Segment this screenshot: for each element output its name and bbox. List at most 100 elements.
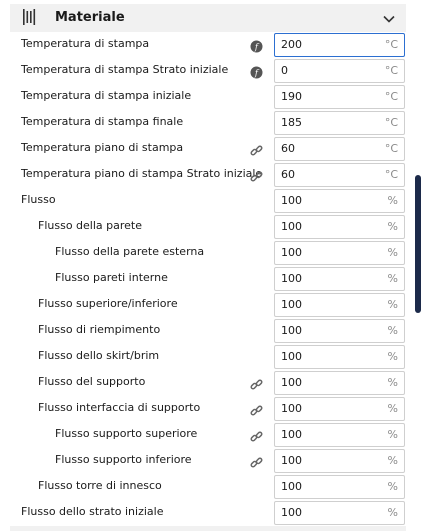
setting-value: 100	[281, 506, 302, 519]
setting-value: 100	[281, 402, 302, 415]
setting-label: Flusso supporto superiore	[55, 427, 198, 440]
setting-row: Flusso della parete 100%	[0, 214, 410, 240]
setting-row: Temperatura piano di stampa 60 °C	[0, 136, 410, 162]
setting-value: 100	[281, 324, 302, 337]
setting-unit: %	[387, 376, 398, 389]
setting-row: Flusso dello strato iniziale 100%	[0, 500, 410, 526]
setting-value-input[interactable]: 200 °C	[274, 33, 405, 57]
setting-value-input[interactable]: 100%	[274, 423, 405, 447]
setting-label: Flusso	[21, 193, 56, 206]
setting-value-input[interactable]: 100%	[274, 501, 405, 525]
setting-value: 100	[281, 194, 302, 207]
setting-value-input[interactable]: 100%	[274, 371, 405, 395]
setting-unit: %	[387, 480, 398, 493]
setting-row: Flusso della parete esterna 100%	[0, 240, 410, 266]
setting-value-input[interactable]: 60 °C	[274, 163, 405, 187]
link-icon[interactable]	[250, 402, 263, 416]
setting-row: Temperatura di stampa Strato iniziale f 0 °…	[0, 58, 410, 84]
setting-label: Flusso superiore/inferiore	[38, 297, 178, 310]
setting-value-input[interactable]: 60 °C	[274, 137, 405, 161]
setting-label: Flusso della parete	[38, 219, 142, 232]
setting-unit: °C	[384, 38, 398, 51]
settings-panel: Materiale Temperatura di stampa f 200 °C Tem…	[0, 0, 437, 531]
setting-row: Flusso di riempimento 100%	[0, 318, 410, 344]
setting-row: Flusso pareti interne 100%	[0, 266, 410, 292]
setting-row: Temperatura di stampa finale 185 °C	[0, 110, 410, 136]
setting-label: Flusso del supporto	[38, 375, 146, 388]
setting-value-input[interactable]: 100%	[274, 475, 405, 499]
setting-value: 185	[281, 116, 302, 129]
setting-label: Temperatura di stampa Strato iniziale	[21, 63, 229, 76]
setting-value: 190	[281, 90, 302, 103]
setting-unit: %	[387, 454, 398, 467]
material-spool-icon	[22, 8, 38, 26]
setting-value-input[interactable]: 100%	[274, 215, 405, 239]
function-icon[interactable]: f	[250, 64, 263, 79]
link-icon[interactable]	[250, 376, 263, 390]
setting-row: Flusso supporto superiore 100%	[0, 422, 410, 448]
setting-row: Flusso 100%	[0, 188, 410, 214]
setting-value-input[interactable]: 100%	[274, 267, 405, 291]
setting-row: Flusso torre di innesco 100%	[0, 474, 410, 500]
link-icon[interactable]	[250, 428, 263, 442]
setting-value: 100	[281, 298, 302, 311]
setting-label: Temperatura di stampa iniziale	[21, 89, 192, 102]
setting-unit: %	[387, 194, 398, 207]
setting-unit: °C	[384, 142, 398, 155]
setting-label: Temperatura di stampa finale	[21, 115, 184, 128]
link-icon[interactable]	[250, 454, 263, 468]
setting-unit: %	[387, 428, 398, 441]
material-section-header[interactable]: Materiale	[10, 4, 406, 32]
setting-value-input[interactable]: 100%	[274, 449, 405, 473]
setting-value: 100	[281, 376, 302, 389]
next-section-header[interactable]	[10, 526, 406, 531]
setting-value-input[interactable]: 100%	[274, 189, 405, 213]
setting-label: Flusso dello strato iniziale	[21, 505, 164, 518]
setting-value: 200	[281, 38, 302, 51]
setting-label: Flusso interfaccia di supporto	[38, 401, 201, 414]
setting-value: 60	[281, 168, 295, 181]
setting-row: Flusso superiore/inferiore 100%	[0, 292, 410, 318]
setting-unit: %	[387, 324, 398, 337]
setting-row: Flusso interfaccia di supporto 100%	[0, 396, 410, 422]
setting-value: 100	[281, 246, 302, 259]
setting-unit: %	[387, 350, 398, 363]
setting-label: Flusso torre di innesco	[38, 479, 162, 492]
setting-label: Temperatura di stampa	[21, 37, 150, 50]
setting-unit: °C	[384, 64, 398, 77]
setting-unit: %	[387, 402, 398, 415]
setting-unit: %	[387, 220, 398, 233]
setting-label: Flusso dello skirt/brim	[38, 349, 160, 362]
setting-unit: %	[387, 272, 398, 285]
setting-value: 100	[281, 220, 302, 233]
chevron-down-icon[interactable]	[382, 11, 396, 25]
setting-label: Flusso di riempimento	[38, 323, 161, 336]
setting-value-input[interactable]: 100%	[274, 241, 405, 265]
setting-label: Flusso della parete esterna	[55, 245, 205, 258]
setting-label: Flusso pareti interne	[55, 271, 168, 284]
setting-unit: °C	[384, 90, 398, 103]
setting-unit: °C	[384, 116, 398, 129]
scrollbar-thumb[interactable]	[415, 175, 421, 313]
setting-value-input[interactable]: 185 °C	[274, 111, 405, 135]
setting-value-input[interactable]: 100%	[274, 345, 405, 369]
setting-unit: %	[387, 506, 398, 519]
setting-value-input[interactable]: 0 °C	[274, 59, 405, 83]
setting-value-input[interactable]: 100%	[274, 293, 405, 317]
setting-label: Temperatura piano di stampa Strato inizi…	[21, 167, 263, 180]
setting-row: Temperatura di stampa f 200 °C	[0, 32, 410, 58]
setting-value: 100	[281, 454, 302, 467]
setting-value-input[interactable]: 100%	[274, 319, 405, 343]
setting-row: Temperatura di stampa iniziale 190 °C	[0, 84, 410, 110]
setting-row: Flusso supporto inferiore 100%	[0, 448, 410, 474]
setting-value-input[interactable]: 100%	[274, 397, 405, 421]
setting-value-input[interactable]: 190 °C	[274, 85, 405, 109]
setting-label: Flusso supporto inferiore	[55, 453, 192, 466]
setting-value: 100	[281, 350, 302, 363]
function-icon[interactable]: f	[250, 38, 263, 53]
setting-value: 100	[281, 272, 302, 285]
link-icon[interactable]	[250, 142, 263, 156]
setting-row: Flusso dello skirt/brim 100%	[0, 344, 410, 370]
setting-unit: °C	[384, 168, 398, 181]
link-icon[interactable]	[250, 168, 263, 182]
